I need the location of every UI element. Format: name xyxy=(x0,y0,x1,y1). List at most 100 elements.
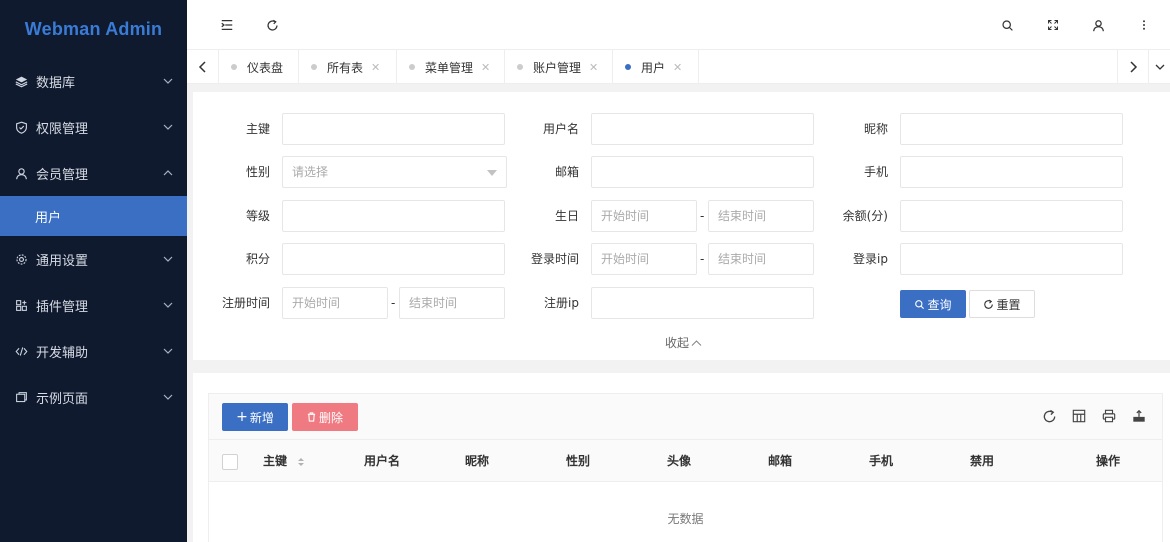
chevron-left-icon xyxy=(198,61,206,73)
column-header-avatar: 头像 xyxy=(667,454,692,468)
mobile-input[interactable] xyxy=(900,156,1123,188)
table-toolbar: + 新增 删除 xyxy=(208,393,1163,440)
tab-label: 账户管理 xyxy=(533,60,582,75)
tab-all-tables[interactable]: 所有表 ✕ xyxy=(299,50,397,84)
sidebar-item-label: 会员管理 xyxy=(36,167,89,183)
tab-menu-manage[interactable]: 菜单管理 ✕ xyxy=(397,50,505,84)
tab-status-dot xyxy=(231,64,237,70)
print-icon[interactable] xyxy=(1100,407,1118,425)
birthday-end-input[interactable]: 结束时间 xyxy=(708,200,814,232)
column-header-email: 邮箱 xyxy=(768,454,793,468)
field-label-score: 积分 xyxy=(245,252,270,266)
field-label-mobile: 手机 xyxy=(863,165,888,179)
add-button-label: 新增 xyxy=(249,410,274,425)
column-header-sex: 性别 xyxy=(566,454,591,468)
nickname-input[interactable] xyxy=(900,113,1123,145)
tab-dropdown-button[interactable] xyxy=(1149,50,1170,84)
user-icon[interactable] xyxy=(1087,14,1109,36)
sidebar-item-database[interactable]: 数据库 xyxy=(0,58,187,104)
join-time-start-input[interactable]: 开始时间 xyxy=(282,287,388,319)
sidebar-item-settings[interactable]: 通用设置 xyxy=(0,236,187,282)
money-input[interactable] xyxy=(900,200,1123,232)
id-input[interactable] xyxy=(282,113,505,145)
search-icon[interactable] xyxy=(996,14,1018,36)
fullscreen-icon[interactable] xyxy=(1042,14,1064,36)
reset-button[interactable]: 重置 xyxy=(969,290,1035,318)
sort-icon[interactable] xyxy=(297,457,305,467)
column-header-mobile: 手机 xyxy=(869,454,894,468)
table-body: 无数据 xyxy=(208,482,1163,542)
refresh-icon[interactable] xyxy=(261,14,283,36)
tab-label: 用户 xyxy=(641,60,666,75)
gear-icon xyxy=(14,252,28,266)
menu-fold-icon[interactable] xyxy=(216,14,238,36)
tab-status-dot xyxy=(517,64,523,70)
level-input[interactable] xyxy=(282,200,505,232)
tab-account-manage[interactable]: 账户管理 ✕ xyxy=(505,50,613,84)
trash-icon xyxy=(307,412,316,422)
field-label-id: 主键 xyxy=(245,122,270,136)
column-header-id[interactable]: 主键 xyxy=(263,440,305,482)
range-separator: - xyxy=(391,296,396,310)
select-all-checkbox[interactable] xyxy=(222,454,238,470)
email-input[interactable] xyxy=(591,156,814,188)
close-icon[interactable]: ✕ xyxy=(673,61,682,74)
field-label-last-ip: 登录ip xyxy=(853,252,888,266)
tab-user[interactable]: 用户 ✕ xyxy=(613,50,699,84)
field-label-join-time: 注册时间 xyxy=(221,296,270,310)
last-time-end-input[interactable]: 结束时间 xyxy=(708,243,814,275)
sidebar-item-examples[interactable]: 示例页面 xyxy=(0,374,187,420)
tab-bar: 仪表盘 所有表 ✕ 菜单管理 ✕ 账户管理 ✕ 用户 ✕ xyxy=(187,50,1170,84)
topbar xyxy=(187,0,1170,50)
sidebar-subitem-label: 用户 xyxy=(35,210,62,226)
refresh-icon[interactable] xyxy=(1040,407,1058,425)
sidebar-item-plugins[interactable]: 插件管理 xyxy=(0,282,187,328)
page-icon xyxy=(14,390,28,404)
close-icon[interactable]: ✕ xyxy=(371,61,380,74)
sex-select[interactable]: 请选择 xyxy=(282,156,507,188)
sidebar-subitem-user[interactable]: 用户 xyxy=(0,196,187,236)
field-label-birthday: 生日 xyxy=(554,209,579,223)
join-time-end-input[interactable]: 结束时间 xyxy=(399,287,505,319)
more-icon[interactable] xyxy=(1133,14,1155,36)
field-label-last-time: 登录时间 xyxy=(530,252,579,266)
columns-icon[interactable] xyxy=(1070,407,1088,425)
tab-scroll-left-button[interactable] xyxy=(187,50,219,84)
birthday-start-input[interactable]: 开始时间 xyxy=(591,200,697,232)
last-ip-input[interactable] xyxy=(900,243,1123,275)
username-input[interactable] xyxy=(591,113,814,145)
sidebar-item-member[interactable]: 会员管理 xyxy=(0,150,187,196)
sidebar-item-devtools[interactable]: 开发辅助 xyxy=(0,328,187,374)
delete-button[interactable]: 删除 xyxy=(292,403,358,431)
code-icon xyxy=(14,344,28,358)
range-separator: - xyxy=(700,209,705,223)
query-button-label: 查询 xyxy=(927,297,952,312)
join-ip-input[interactable] xyxy=(591,287,814,319)
field-label-sex: 性别 xyxy=(245,165,270,179)
last-time-start-input[interactable]: 开始时间 xyxy=(591,243,697,275)
close-icon[interactable]: ✕ xyxy=(481,61,490,74)
sidebar-item-permission[interactable]: 权限管理 xyxy=(0,104,187,150)
column-header-label: 主键 xyxy=(263,454,288,468)
field-label-username: 用户名 xyxy=(542,122,579,136)
column-header-disabled: 禁用 xyxy=(970,454,995,468)
sidebar: Webman Admin 数据库 权限管理 会员管理 用户 通用设置 插件管理 … xyxy=(0,0,187,542)
chevron-down-icon xyxy=(163,78,173,84)
tab-dashboard[interactable]: 仪表盘 xyxy=(219,50,299,84)
query-button[interactable]: 查询 xyxy=(900,290,966,318)
range-separator: - xyxy=(700,252,705,266)
table-card: + 新增 删除 主键 用户名 昵称 性别 头像 邮箱 手机 禁用 操作 无数据 xyxy=(193,373,1170,542)
export-icon[interactable] xyxy=(1130,407,1148,425)
tab-label: 所有表 xyxy=(327,60,364,75)
chevron-down-icon xyxy=(1155,64,1164,70)
chevron-down-icon xyxy=(163,394,173,400)
chevron-down-icon xyxy=(163,302,173,308)
collapse-toggle[interactable]: 收起 xyxy=(665,334,702,351)
column-header-nickname: 昵称 xyxy=(465,454,490,468)
add-button[interactable]: + 新增 xyxy=(222,403,288,431)
tab-scroll-right-button[interactable] xyxy=(1117,50,1149,84)
close-icon[interactable]: ✕ xyxy=(589,61,598,74)
field-label-nickname: 昵称 xyxy=(863,122,888,136)
score-input[interactable] xyxy=(282,243,505,275)
column-header-actions: 操作 xyxy=(1096,454,1121,468)
